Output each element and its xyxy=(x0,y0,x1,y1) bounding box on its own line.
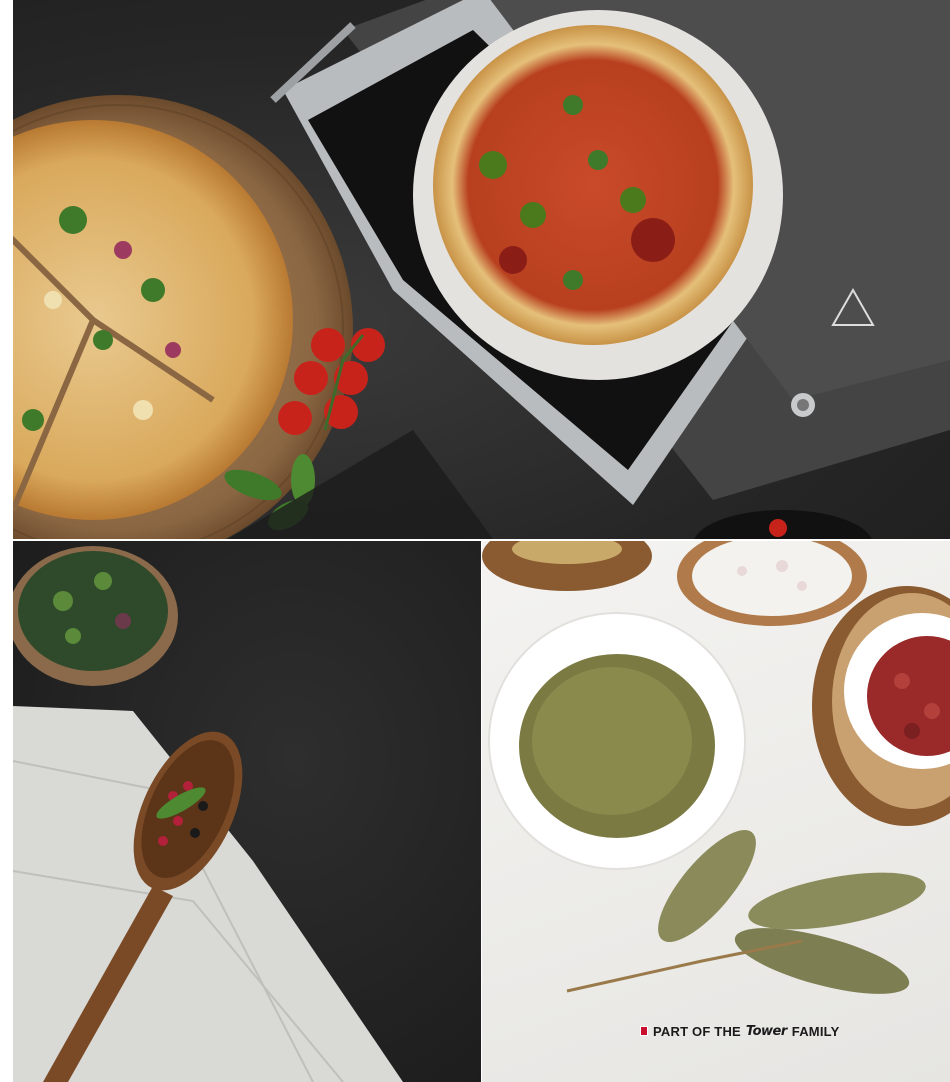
salt-bowl xyxy=(677,541,867,626)
tower-family-badge: PART OF THE Tower FAMILY xyxy=(640,1022,839,1040)
uk-flag-icon xyxy=(640,1026,648,1036)
dried-herbs-bowl xyxy=(488,612,746,870)
tower-logo: Tower xyxy=(745,1023,787,1039)
photo-wooden-spoon xyxy=(13,541,481,1082)
photo-pizza-oven xyxy=(13,0,950,539)
pizza-oven xyxy=(270,0,950,505)
brand-suffix: FAMILY xyxy=(791,1023,840,1039)
peppercorn-bowl xyxy=(812,586,950,826)
wood-slice-top xyxy=(482,541,652,591)
microgreens-bowl xyxy=(13,546,178,686)
photo-herbs-spices xyxy=(482,541,950,1082)
brand-prefix: PART OF THE xyxy=(653,1023,741,1039)
